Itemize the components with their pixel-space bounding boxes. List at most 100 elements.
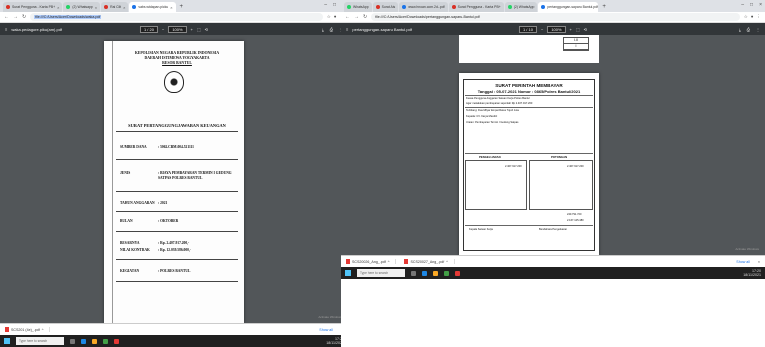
app-icon[interactable]	[455, 270, 460, 276]
task-view-icon[interactable]	[70, 338, 75, 344]
file-explorer-icon[interactable]	[433, 270, 438, 276]
tab-1[interactable]: Surat Ais	[372, 2, 399, 12]
chevron-up-icon[interactable]: ^	[42, 328, 44, 332]
reload-icon[interactable]: ↻	[22, 14, 26, 20]
new-tab-button[interactable]: +	[177, 2, 187, 12]
fit-page-icon[interactable]: ⬚	[576, 27, 580, 32]
pdf-actions: ⤓⎙⋮	[322, 27, 343, 32]
tab-3[interactable]: vabs.wtdapan.picku ×	[129, 2, 176, 12]
more-icon[interactable]: ⋮	[756, 27, 760, 32]
zoom-out-icon[interactable]: −	[162, 27, 164, 32]
forward-icon[interactable]: →	[13, 14, 18, 20]
receipt-line: Uraian: Pembayaran Termin I Gedung Satpa…	[466, 121, 519, 124]
tab-strip: WhatsApp Surat Ais www.hnoan.com.2d-.pdf…	[341, 0, 765, 12]
divider	[465, 95, 593, 96]
download-item[interactable]: SCS20026_Ang_.pdf ^	[346, 259, 397, 264]
file-explorer-icon[interactable]	[92, 338, 97, 344]
url-input[interactable]: file:///C:/Users/Acer/Downloads/pertangg…	[371, 13, 740, 21]
show-all-button[interactable]: Show all	[736, 260, 750, 264]
maximize-icon[interactable]: □	[333, 2, 336, 8]
windows-start-icon[interactable]	[4, 338, 10, 344]
row-key: BESARNYA	[120, 241, 140, 245]
tab-1[interactable]: (2) Whatsapp ×	[63, 2, 101, 12]
menu-icon[interactable]: ⋮	[757, 14, 762, 20]
tab-2[interactable]: www.hnoan.com.2d-.pdf	[399, 2, 448, 12]
reload-icon[interactable]: ↻	[363, 14, 367, 20]
profile-icon[interactable]: ●	[334, 14, 337, 20]
minimize-icon[interactable]: –	[324, 2, 327, 8]
download-item[interactable]: SCS201 (4e)_.pdf ^	[5, 327, 51, 332]
zoom-input[interactable]: 100%	[168, 25, 187, 33]
fit-page-icon[interactable]: ⬚	[197, 27, 201, 32]
close-icon[interactable]: ×	[57, 5, 59, 10]
zoom-out-icon[interactable]: −	[541, 27, 543, 32]
page-number-input[interactable]: 1 / 10	[518, 25, 537, 33]
download-item[interactable]: SCS20027_Ang_.pdf ^	[404, 259, 455, 264]
police-emblem-icon	[164, 71, 184, 93]
hamburger-icon[interactable]: ≡	[5, 27, 7, 32]
tab-3[interactable]: Surat Pengguna - Karta PB+	[448, 2, 504, 12]
maximize-icon[interactable]: □	[750, 2, 753, 8]
system-tray[interactable]: 17:20 18/11/2021	[743, 269, 761, 277]
doc-row: BULAN: OKTOBER	[120, 219, 238, 224]
star-icon[interactable]: ☆	[744, 14, 748, 20]
print-icon[interactable]: ⎙	[747, 27, 750, 32]
row-key: SUMBER DANA	[120, 145, 147, 149]
print-icon[interactable]: ⎙	[330, 27, 333, 32]
show-all-button[interactable]: Show all	[319, 328, 333, 332]
favicon-icon	[104, 5, 109, 9]
tab-0[interactable]: WhatsApp	[344, 2, 372, 12]
forward-icon[interactable]: →	[354, 14, 359, 20]
tab-label: vabs.wtdapan.picku	[138, 5, 169, 9]
favicon-icon	[451, 5, 456, 9]
doc-row: NILAI KONTRAK: Rp. 12.039.586.000,-	[120, 248, 238, 253]
close-icon[interactable]: ×	[758, 260, 760, 264]
minimize-icon[interactable]: –	[741, 2, 744, 8]
new-tab-button[interactable]: +	[599, 2, 609, 12]
edge-icon[interactable]	[422, 270, 427, 276]
section-header-left: PENGELUARAN	[479, 155, 501, 159]
hamburger-icon[interactable]: ≡	[346, 27, 348, 32]
rotate-icon[interactable]: ⟲	[205, 27, 208, 32]
app-icon[interactable]	[114, 338, 119, 344]
pdf-viewer[interactable]: KEPOLISIAN NEGARA REPUBLIK INDONESIA DAE…	[0, 35, 348, 323]
download-bar: SCS201 (4e)_.pdf^ Show all ×	[0, 323, 348, 335]
windows-start-icon[interactable]	[345, 270, 351, 276]
zoom-in-icon[interactable]: +	[191, 27, 193, 32]
back-icon[interactable]: ←	[345, 14, 350, 20]
download-filename: SCS20027_Ang_.pdf	[410, 259, 445, 264]
edge-icon[interactable]	[81, 338, 86, 344]
doc-row: TAHUN ANGGARAN: 2021	[120, 201, 238, 206]
tab-4[interactable]: (2) WhatsApp	[504, 2, 538, 12]
clock-date: 18/11/2021	[743, 273, 761, 277]
back-icon[interactable]: ←	[4, 14, 9, 20]
whatsapp-icon	[66, 5, 71, 9]
close-icon[interactable]: ×	[95, 5, 97, 10]
taskbar-search[interactable]: Type here to search	[16, 337, 64, 345]
close-window-icon[interactable]: ×	[759, 2, 762, 8]
chevron-up-icon[interactable]: ^	[446, 260, 448, 264]
star-icon[interactable]: ☆	[327, 14, 331, 20]
rotate-icon[interactable]: ⟲	[584, 27, 587, 32]
pdf-viewer[interactable]: I.II I SURAT PERINTAH MEMBAYAR Tanggal :…	[341, 35, 765, 255]
chrome-icon[interactable]	[444, 270, 449, 276]
page-number-input[interactable]: 1 / 20	[139, 25, 158, 33]
download-icon[interactable]: ⤓	[322, 27, 324, 32]
address-bar: ← → ↻ file:///C:/Users/Acer/Downloads/pe…	[341, 12, 765, 23]
tab-2[interactable]: Rai Cilt ×	[101, 2, 129, 12]
left-screenshot: Surat Pengguna - Karta PB+ × (2) Whatsapp…	[0, 0, 348, 347]
pdf-file-icon	[404, 259, 409, 264]
tab-0[interactable]: Surat Pengguna - Karta PB+ ×	[3, 2, 63, 12]
zoom-input[interactable]: 100%	[547, 25, 566, 33]
url-input[interactable]: file:///C:/Users/Acer/Downloads/waka.pdf	[30, 13, 323, 21]
chrome-icon[interactable]	[103, 338, 108, 344]
download-icon[interactable]: ⤓	[739, 27, 741, 32]
task-view-icon[interactable]	[411, 270, 416, 276]
chevron-up-icon[interactable]: ^	[388, 260, 390, 264]
tab-5[interactable]: pertanggungan-saparu Bantul.pdf×	[538, 2, 599, 12]
close-icon[interactable]: ×	[123, 5, 125, 10]
close-icon[interactable]: ×	[170, 5, 172, 10]
taskbar-search[interactable]: Type here to search	[357, 269, 405, 277]
profile-icon[interactable]: ●	[751, 14, 754, 20]
zoom-in-icon[interactable]: +	[570, 27, 572, 32]
